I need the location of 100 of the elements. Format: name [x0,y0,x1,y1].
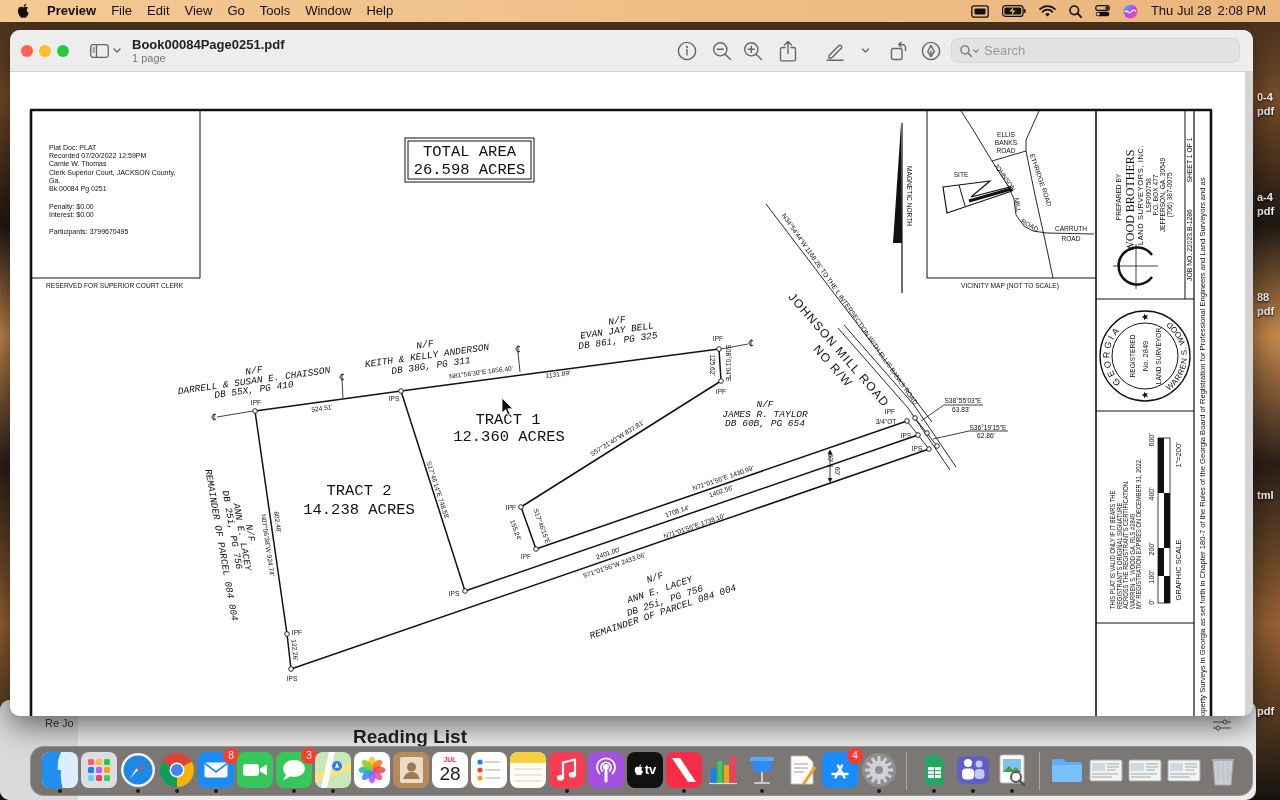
circle-segments-icon[interactable] [159,752,195,788]
envelope-icon[interactable] [198,752,234,788]
survey-pin-icon [912,415,918,421]
desktop-file-label[interactable]: pdf [1257,204,1275,218]
zoom-in-icon[interactable] [743,40,763,61]
centerline-symbol-icon [211,413,217,421]
orb-icon[interactable] [1122,3,1138,19]
survey-pin-icon [926,446,932,452]
map-icon[interactable] [315,752,351,788]
sidebar-item-label[interactable]: Re Jo [45,717,74,729]
tract-acreage: 14.238 ACRES [303,501,415,519]
two-tone-tile-icon[interactable] [42,752,78,788]
compass-icon[interactable] [120,752,156,788]
survey-pin-icon [718,378,724,384]
desktop-file-label[interactable]: tml [1257,488,1274,502]
menu-bar-date[interactable]: Thu Jul 28 [1150,3,1212,19]
menu-bar-time[interactable]: 2:08 PM [1217,3,1266,19]
app-grid-icon[interactable] [81,752,117,788]
desktop-file-label[interactable]: pdf [1257,704,1275,718]
chevron-down-icon[interactable] [113,48,121,53]
survey-pin-icon [915,432,921,438]
rotate-icon[interactable] [890,40,908,61]
survey-pin-icon [934,443,940,449]
chevron-down-icon[interactable] [861,48,870,53]
boundary-tick-line [341,379,344,399]
document-title: Book00084Page0251.pdf [132,36,285,52]
survey-pin-icon [904,418,910,424]
chevron-down-icon[interactable] [973,49,979,53]
survey-pin-icon [716,346,722,352]
centerline-symbol-icon [748,339,754,347]
battery-charging-icon[interactable] [1001,5,1026,17]
owner-status: N/F [645,570,665,586]
total-area-title: TOTAL AREA [423,143,516,161]
notepad-icon[interactable] [510,752,546,788]
share-icon[interactable] [779,39,797,62]
display-icon[interactable] [970,4,989,18]
extension-line [216,410,254,418]
survey-pin-icon [518,504,524,510]
star-icon [1141,391,1148,399]
desktop-file-label[interactable]: 88 [1257,290,1270,304]
desktop-file-label[interactable]: pdf [1257,304,1275,318]
close-button[interactable] [21,44,33,57]
menu-item[interactable]: File [111,3,133,19]
search-field[interactable]: Search [951,38,1240,63]
info-icon[interactable] [677,40,697,61]
flower-icon[interactable] [354,752,390,788]
menu-item[interactable]: Help [366,3,394,19]
desktop-file-label[interactable]: pdf [1257,104,1275,118]
address-book-icon[interactable] [393,752,429,788]
tv-label: tv [644,763,657,777]
search-icon[interactable] [1068,4,1082,18]
menu-item[interactable]: Edit [147,3,170,19]
survey-pin-icon [533,546,539,552]
wifi-icon[interactable] [1038,5,1056,17]
toggles-icon[interactable] [1094,5,1110,17]
apple-icon[interactable] [17,3,30,19]
desktop-file-label[interactable]: a-4 [1257,190,1273,204]
boundary-tick-line [517,351,521,373]
desktop-file-label[interactable]: 0-4 [1257,90,1273,104]
reading-list-heading: Reading List [353,727,467,747]
diagonal-band-icon[interactable] [666,752,702,788]
star-icon [1141,313,1148,321]
survey-pin-icon [398,388,404,394]
speech-bubble-icon[interactable] [276,752,312,788]
app-menu[interactable]: Preview [47,3,97,19]
tract-acreage: 12.360 ACRES [453,428,565,446]
notification-badge: 4 [847,748,863,764]
notification-badge: 3 [301,748,317,764]
menu-item[interactable]: Go [227,3,245,19]
filter-icon[interactable] [1212,719,1232,731]
owner-status: N/F [415,338,435,352]
video-camera-icon[interactable] [237,752,273,788]
pen-tip-circle-icon[interactable] [921,40,941,61]
sidebar-icon[interactable] [90,43,109,58]
crossed-sticks-icon[interactable] [822,752,858,788]
centerline-symbol-icon [515,345,521,353]
music-note-icon[interactable] [549,752,585,788]
north-arrow-icon [893,122,903,294]
owner-name: JAMES R. TAYLOR [722,408,808,420]
survey-pin-icon [284,631,290,637]
tv-icon[interactable]: tv [627,752,663,788]
mouse-pointer-icon [501,397,514,416]
zoom-out-icon[interactable] [712,40,732,61]
owner-status: N/F [756,398,774,410]
survey-pin-icon [288,666,294,672]
calendar-day: 28 [439,764,461,784]
apple-icon [633,764,644,776]
tract-name: TRACT 1 [475,411,541,429]
checklist-icon[interactable] [471,752,507,788]
tract-name: TRACT 2 [326,482,392,500]
broadcast-icon[interactable] [588,752,624,788]
dimension-arrow [826,449,834,483]
page-count: 1 page [132,51,166,65]
total-area-value: 26.598 ACRES [413,161,526,179]
gear-icon[interactable] [861,752,897,788]
survey-pin-icon [462,588,468,594]
menu-item[interactable]: Tools [259,3,291,19]
menu-item[interactable]: Window [305,3,352,19]
menu-item[interactable]: View [184,3,213,19]
deed-reference: DB 60B, PG 654 [725,417,805,429]
